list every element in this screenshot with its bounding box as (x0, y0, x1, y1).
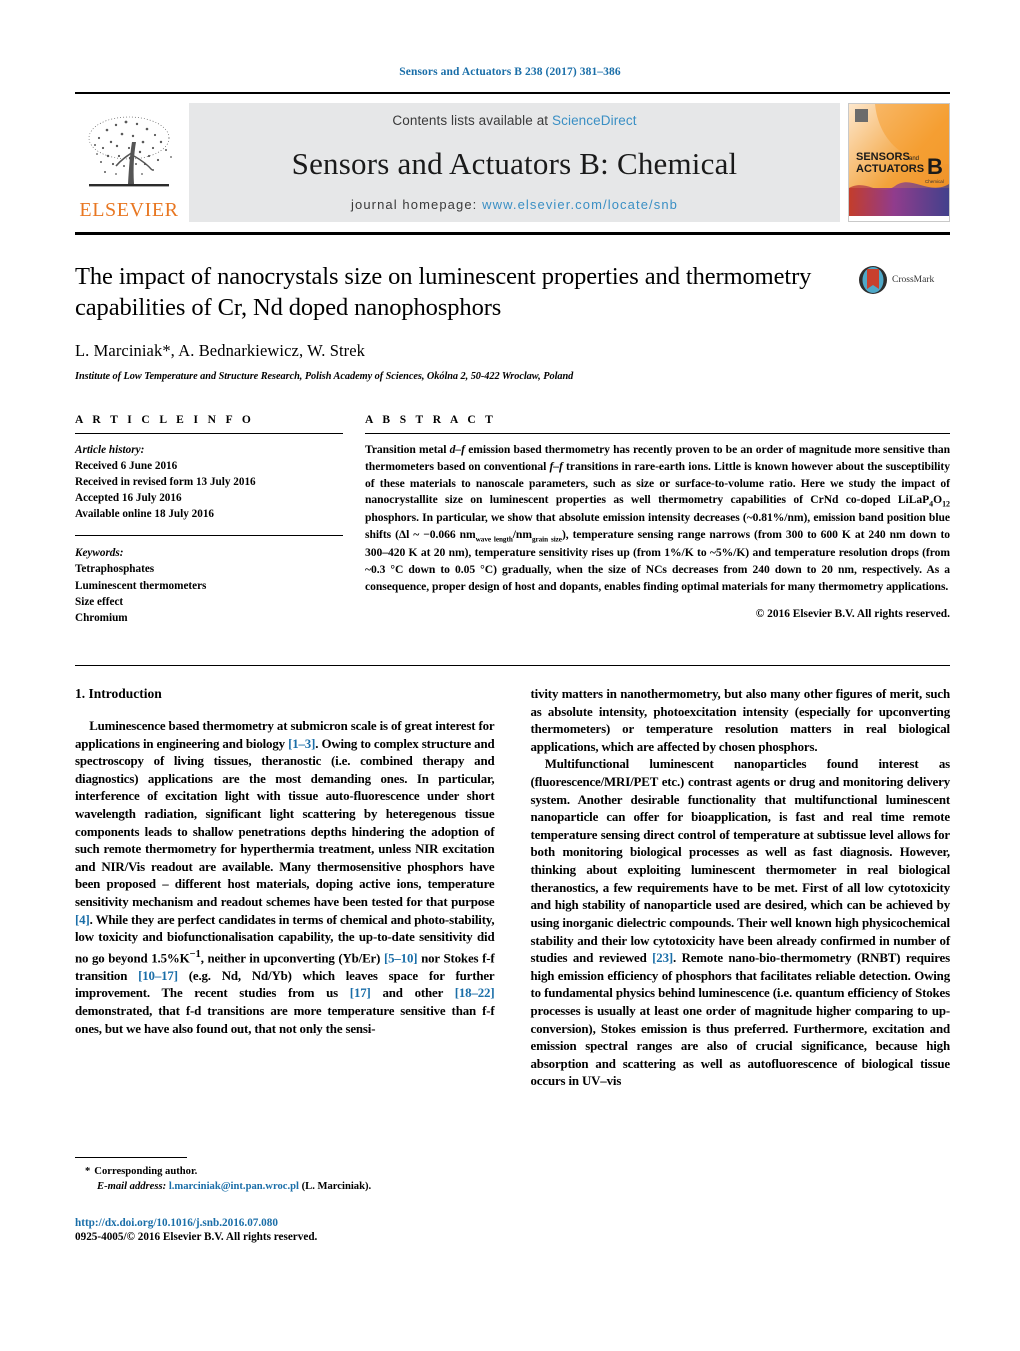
text-seg: . Remote nano-bio-thermometry (RNBT) req… (530, 951, 951, 1089)
citation-ref[interactable]: [10–17] (138, 969, 178, 983)
crossmark-badge[interactable]: CrossMark (858, 261, 950, 295)
keyword-item: Tetraphosphates (75, 563, 155, 576)
abstract-italic: d–f (449, 442, 465, 456)
body-columns: 1. Introduction Luminescence based therm… (75, 686, 950, 1091)
contents-line: Contents lists available at ScienceDirec… (392, 113, 636, 128)
svg-text:B: B (927, 154, 943, 179)
elsevier-wordmark: ELSEVIER (79, 199, 179, 221)
author-list: L. Marciniak*, A. Bednarkiewicz, W. Stre… (75, 341, 844, 361)
abstract-italic: f–f (549, 459, 563, 473)
superscript: −1 (189, 947, 201, 960)
corresponding-author-note: * Corresponding author. (75, 1164, 495, 1179)
article-info-heading: A R T I C L E I N F O (75, 413, 255, 426)
history-item: Available online 18 July 2016 (75, 508, 215, 521)
page-title: The impact of nanocrystals size on lumin… (75, 263, 812, 322)
article-history-label: Article history: (75, 443, 145, 456)
text-seg: , neither in upconverting (Yb/Er) (200, 951, 384, 966)
masthead-bottom-rule (75, 232, 950, 235)
info-abstract-section: A R T I C L E I N F O Article history: R… (75, 414, 950, 639)
homepage-prefix: journal homepage: (351, 197, 483, 212)
paper-page: Sensors and Actuators B 238 (2017) 381–3… (0, 0, 1020, 1351)
abstract-text: Transition metal d–f emission based ther… (365, 442, 950, 596)
article-info-rule (75, 432, 343, 434)
abstract-sub: 12 (942, 499, 950, 509)
text-seg: and other (370, 986, 455, 1001)
email-label: E-mail address: (97, 1181, 167, 1193)
sciencedirect-link[interactable]: ScienceDirect (552, 113, 637, 128)
cover-art-icon: SENSORS and ACTUATORS B Chemical (849, 104, 949, 216)
footnote-rule (75, 1157, 187, 1158)
doi-block: http://dx.doi.org/10.1016/j.snb.2016.07.… (75, 1217, 495, 1243)
crossmark-label: CrossMark (892, 275, 935, 285)
paragraph: tivity matters in nanothermometry, but a… (530, 686, 951, 754)
crossmark-icon (859, 266, 887, 294)
footnote-marker: * (85, 1166, 91, 1177)
body-column-right: tivity matters in nanothermometry, but a… (531, 686, 951, 1091)
homepage-url[interactable]: www.elsevier.com/locate/snb (482, 197, 678, 212)
svg-text:ACTUATORS: ACTUATORS (856, 163, 924, 175)
keyword-item: Size effect (75, 595, 124, 608)
journal-band: Contents lists available at ScienceDirec… (189, 103, 840, 222)
article-info-column: A R T I C L E I N F O Article history: R… (75, 414, 365, 639)
text-seg: Multifunctional luminescent nanoparticle… (530, 757, 951, 966)
abstract-column: A B S T R A C T Transition metal d–f emi… (365, 414, 950, 639)
citation-ref[interactable]: [4] (75, 913, 90, 927)
history-item: Received 6 June 2016 (75, 459, 178, 472)
elsevier-logo: ELSEVIER (75, 103, 183, 222)
doi-link[interactable]: http://dx.doi.org/10.1016/j.snb.2016.07.… (75, 1217, 495, 1229)
issn-copyright-line: 0925-4005/© 2016 Elsevier B.V. All right… (75, 1230, 318, 1243)
keyword-item: Luminescent thermometers (75, 579, 207, 592)
email-suffix: (L. Marciniak). (301, 1181, 372, 1193)
contents-prefix: Contents lists available at (392, 113, 553, 128)
citation-ref[interactable]: [1–3] (288, 737, 315, 751)
keywords-group: Keywords: Tetraphosphates Luminescent th… (75, 545, 343, 626)
affiliation: Institute of Low Temperature and Structu… (75, 370, 574, 382)
abstract-copyright: © 2016 Elsevier B.V. All rights reserved… (755, 607, 950, 620)
svg-text:and: and (909, 156, 919, 162)
footnote-area: * Corresponding author. E-mail address: l… (75, 1157, 495, 1243)
abstract-sub: wave length (475, 535, 513, 544)
authors-text: L. Marciniak*, A. Bednarkiewicz, W. Stre… (75, 340, 366, 360)
abstract-seg: /nm (512, 528, 532, 542)
journal-homepage-line: journal homepage: www.elsevier.com/locat… (351, 197, 678, 212)
elsevier-tree-icon (88, 116, 172, 187)
footnote-text: Corresponding author. (94, 1166, 198, 1177)
article-history-group: Article history: Received 6 June 2016 Re… (75, 442, 343, 523)
journal-cover-thumbnail: SENSORS and ACTUATORS B Chemical (848, 103, 950, 222)
title-block: The impact of nanocrystals size on lumin… (75, 261, 950, 382)
abstract-sub: grain size (531, 535, 562, 544)
keyword-item: Chromium (75, 611, 128, 624)
journal-masthead: ELSEVIER Contents lists available at Sci… (75, 92, 950, 222)
section-heading-introduction: 1. Introduction (75, 685, 162, 701)
citation-ref[interactable]: [23] (652, 951, 673, 965)
email-note: E-mail address: l.marciniak@int.pan.wroc… (75, 1179, 495, 1194)
email-link[interactable]: l.marciniak@int.pan.wroc.pl (169, 1181, 299, 1192)
history-item: Received in revised form 13 July 2016 (75, 475, 256, 488)
keywords-label: Keywords: (75, 547, 124, 560)
abstract-rule (365, 432, 950, 434)
citation-ref[interactable]: [17] (350, 986, 371, 1000)
keywords-rule (75, 535, 343, 537)
text-seg: demonstrated, that f-d transitions are m… (75, 1004, 495, 1036)
journal-title: Sensors and Actuators B: Chemical (291, 145, 738, 181)
svg-text:SENSORS: SENSORS (856, 151, 910, 163)
abstract-seg: O (933, 493, 943, 507)
citation-ref[interactable]: [18–22] (455, 986, 495, 1000)
history-item: Accepted 16 July 2016 (75, 492, 182, 505)
running-head: Sensors and Actuators B 238 (2017) 381–3… (399, 66, 621, 78)
paragraph: Luminescence based thermometry at submic… (75, 718, 495, 1038)
body-column-left: 1. Introduction Luminescence based therm… (75, 686, 495, 1091)
abstract-seg: Transition metal (365, 442, 450, 456)
body-top-rule (75, 664, 950, 666)
abstract-heading: A B S T R A C T (365, 413, 497, 426)
citation-ref[interactable]: [5–10] (384, 951, 418, 965)
svg-text:Chemical: Chemical (925, 179, 944, 184)
text-seg: . Owing to complex structure and spectro… (75, 736, 495, 910)
paragraph: Multifunctional luminescent nanoparticle… (531, 756, 951, 1091)
